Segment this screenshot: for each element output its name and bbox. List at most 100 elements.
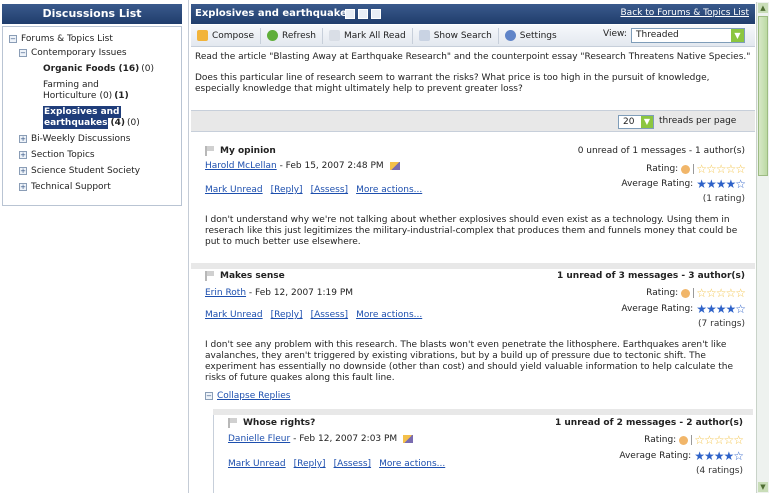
tree-item-label: Organic Foods bbox=[43, 64, 116, 74]
rating-label: Rating: bbox=[646, 164, 679, 174]
topic-panel: Explosives and earthquakes Back to Forum… bbox=[188, 0, 769, 493]
scrollbar-thumb[interactable] bbox=[758, 16, 768, 176]
message-subject[interactable]: Makes sense bbox=[205, 271, 285, 281]
message-author-line: Danielle Fleur - Feb 12, 2007 2:03 PM bbox=[228, 434, 414, 444]
message-subject[interactable]: Whose rights? bbox=[228, 418, 315, 428]
collapse-icon[interactable]: − bbox=[9, 35, 17, 43]
dropdown-arrow-icon[interactable]: ▼ bbox=[641, 116, 653, 128]
clear-rating-icon[interactable] bbox=[681, 288, 691, 298]
expand-icon[interactable]: + bbox=[19, 135, 27, 143]
edit-icon[interactable] bbox=[389, 161, 400, 170]
rating-label: Rating: bbox=[646, 288, 679, 298]
rating-separator bbox=[691, 435, 693, 445]
mark-unread-link[interactable]: Mark Unread bbox=[205, 310, 263, 320]
structure-icon[interactable] bbox=[345, 9, 355, 19]
message-subject[interactable]: My opinion bbox=[205, 146, 276, 156]
tree-item-explosives-line2[interactable]: earthquakes (4) (0) bbox=[43, 117, 140, 129]
collapse-icon[interactable]: − bbox=[205, 392, 213, 400]
topic-title: Explosives and earthquakes bbox=[195, 8, 353, 19]
settings-button[interactable]: Settings bbox=[499, 28, 563, 44]
flag-icon[interactable] bbox=[205, 146, 214, 156]
topic-description-p2: Does this particular line of research se… bbox=[195, 73, 710, 94]
tree-item-forums[interactable]: − Forums & Topics List bbox=[9, 33, 113, 45]
forum-tree: − Forums & Topics List − Contemporary Is… bbox=[2, 26, 182, 206]
back-to-forums-link[interactable]: Back to Forums & Topics List bbox=[621, 8, 750, 18]
assess-link[interactable]: [Assess] bbox=[311, 185, 348, 195]
tree-item-unread-count: (0) bbox=[126, 118, 140, 128]
more-actions-link[interactable]: More actions... bbox=[356, 310, 422, 320]
tree-item-science-society[interactable]: + Science Student Society bbox=[19, 165, 140, 177]
author-link[interactable]: Erin Roth bbox=[205, 288, 246, 298]
settings-icon bbox=[504, 30, 516, 41]
scroll-down-icon[interactable]: ▼ bbox=[758, 482, 768, 492]
collapse-replies-link[interactable]: Collapse Replies bbox=[217, 391, 290, 401]
edit-icon[interactable] bbox=[403, 434, 414, 443]
message-date: - Feb 15, 2007 2:48 PM bbox=[279, 161, 384, 171]
refresh-button[interactable]: Refresh bbox=[261, 27, 324, 44]
tree-item-bi-weekly[interactable]: + Bi-Weekly Discussions bbox=[19, 133, 130, 145]
reply-link[interactable]: [Reply] bbox=[294, 459, 326, 469]
compose-label: Compose bbox=[212, 30, 255, 41]
more-actions-link[interactable]: More actions... bbox=[356, 185, 422, 195]
threads-per-page-select[interactable]: 20 ▼ bbox=[618, 115, 654, 129]
tree-item-unread-count: (0) bbox=[141, 64, 155, 74]
expand-icon[interactable]: + bbox=[19, 183, 27, 191]
discussions-list-header: Discussions List bbox=[2, 4, 182, 24]
rating-stars-input[interactable]: ☆☆☆☆☆ bbox=[694, 434, 744, 446]
average-rating-row: Average Rating: ★★★★☆ bbox=[621, 178, 746, 190]
tree-item-label: Horticulture bbox=[43, 91, 97, 101]
toolbar: Compose Refresh Mark All Read Show Searc… bbox=[191, 25, 755, 47]
tree-item-organic-foods[interactable]: Organic Foods (16) (0) bbox=[43, 63, 154, 75]
tree-item-count: (16) bbox=[118, 64, 140, 74]
expand-icon[interactable]: + bbox=[19, 151, 27, 159]
tree-item-label: Technical Support bbox=[31, 182, 111, 192]
reply-link[interactable]: [Reply] bbox=[271, 310, 303, 320]
refresh-icon bbox=[267, 30, 279, 41]
mark-unread-link[interactable]: Mark Unread bbox=[228, 459, 286, 469]
clear-rating-icon[interactable] bbox=[679, 435, 689, 445]
rating-stars-input[interactable]: ☆☆☆☆☆ bbox=[696, 163, 746, 175]
threads-per-page-value: 20 bbox=[623, 117, 635, 127]
rating-row: Rating: ☆☆☆☆☆ bbox=[644, 434, 744, 446]
topic-description: Read the article "Blasting Away at Earth… bbox=[195, 52, 751, 105]
more-actions-link[interactable]: More actions... bbox=[379, 459, 445, 469]
tree-item-farming-line2[interactable]: Horticulture (0) (1) bbox=[43, 90, 129, 102]
tree-view-icon[interactable] bbox=[358, 9, 368, 19]
show-search-label: Show Search bbox=[433, 30, 492, 41]
tree-item-contemporary-issues[interactable]: − Contemporary Issues bbox=[19, 47, 127, 59]
collapse-replies[interactable]: − Collapse Replies bbox=[205, 391, 290, 401]
tree-item-unread-count: (1) bbox=[114, 91, 129, 101]
refresh-label: Refresh bbox=[282, 30, 317, 41]
show-search-button[interactable]: Show Search bbox=[413, 27, 499, 44]
vertical-scrollbar[interactable]: ▲ ▼ bbox=[756, 2, 769, 493]
assess-link[interactable]: [Assess] bbox=[334, 459, 371, 469]
author-link[interactable]: Harold McLellan bbox=[205, 161, 277, 171]
tree-item-section-topics[interactable]: + Section Topics bbox=[19, 149, 95, 161]
dropdown-arrow-icon[interactable]: ▼ bbox=[731, 29, 744, 42]
threads-per-page-bar: 20 ▼ threads per page bbox=[191, 110, 755, 132]
unread-summary: 1 unread of 2 messages - 2 author(s) bbox=[555, 418, 743, 428]
view-select[interactable]: Threaded ▼ bbox=[631, 28, 745, 43]
message-actions: Mark Unread [Reply] [Assess] More action… bbox=[205, 310, 422, 320]
clear-rating-icon[interactable] bbox=[681, 164, 691, 174]
rating-label: Rating: bbox=[644, 435, 677, 445]
topic-description-p1: Read the article "Blasting Away at Earth… bbox=[195, 52, 751, 62]
message-makes-sense: Makes sense Erin Roth - Feb 12, 2007 1:1… bbox=[191, 269, 755, 409]
author-link[interactable]: Danielle Fleur bbox=[228, 434, 290, 444]
assess-link[interactable]: [Assess] bbox=[311, 310, 348, 320]
tree-item-technical-support[interactable]: + Technical Support bbox=[19, 181, 111, 193]
compose-button[interactable]: Compose bbox=[191, 27, 262, 44]
mark-all-read-button[interactable]: Mark All Read bbox=[323, 27, 413, 44]
collapse-icon[interactable]: − bbox=[19, 49, 27, 57]
flag-icon[interactable] bbox=[228, 418, 237, 428]
message-my-opinion: My opinion Harold McLellan - Feb 15, 200… bbox=[191, 139, 755, 263]
document-icon[interactable] bbox=[371, 9, 381, 19]
scroll-up-icon[interactable]: ▲ bbox=[758, 3, 768, 13]
mark-unread-link[interactable]: Mark Unread bbox=[205, 185, 263, 195]
expand-icon[interactable]: + bbox=[19, 167, 27, 175]
tree-item-label: Forums & Topics List bbox=[21, 34, 113, 44]
rating-count: (1 rating) bbox=[702, 194, 745, 204]
rating-stars-input[interactable]: ☆☆☆☆☆ bbox=[696, 287, 746, 299]
flag-icon[interactable] bbox=[205, 271, 214, 281]
reply-link[interactable]: [Reply] bbox=[271, 185, 303, 195]
